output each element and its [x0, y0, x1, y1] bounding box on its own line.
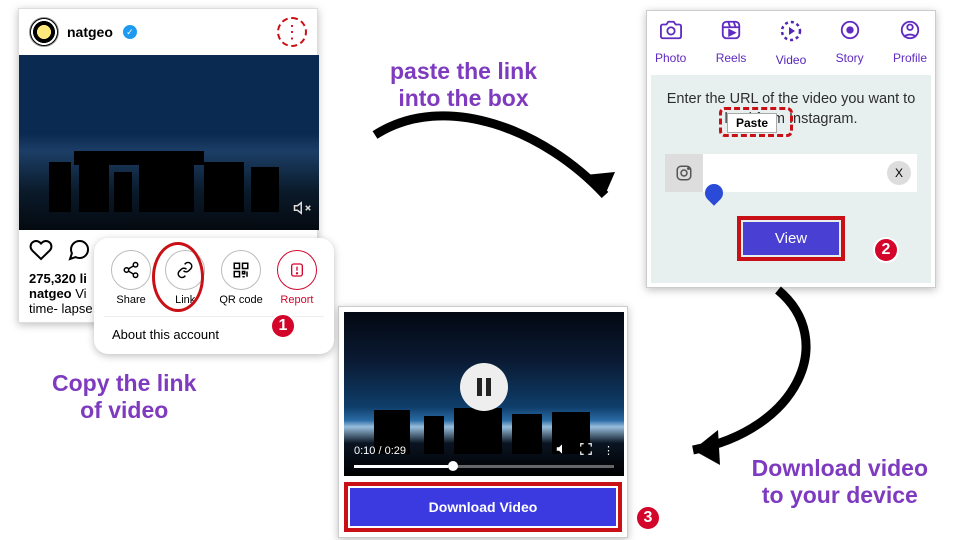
video-time: 0:10 / 0:29	[354, 445, 406, 457]
tab-profile[interactable]: Profile	[893, 19, 927, 67]
tab-story[interactable]: Story	[836, 19, 864, 67]
paste-tooltip[interactable]: Paste	[727, 113, 777, 133]
instagram-icon	[665, 154, 703, 192]
arrow-1to2	[355, 100, 635, 230]
story-icon	[839, 19, 861, 47]
download-button-highlight: Download Video	[344, 482, 622, 532]
more-options-button[interactable]: ⋮	[277, 17, 307, 47]
report-label: Report	[280, 294, 313, 306]
share-sheet: 1 Share Link QR code Report About this a…	[94, 238, 334, 354]
step1-instagram-post: natgeo ✓ ⋮ 275,320 li natgeo Vi time- la…	[18, 8, 318, 323]
fullscreen-icon[interactable]	[579, 442, 593, 459]
link-option-highlight	[152, 242, 204, 312]
like-icon[interactable]	[29, 238, 53, 267]
volume-icon[interactable]	[555, 442, 569, 459]
view-button-highlight: View	[737, 216, 845, 261]
username[interactable]: natgeo	[67, 24, 113, 40]
qr-option[interactable]: QR code	[219, 250, 262, 306]
step-badge-1: 1	[270, 313, 296, 339]
post-header: natgeo ✓ ⋮	[19, 9, 317, 55]
category-tabs: Photo Reels Video Story Profile	[651, 15, 931, 75]
progress-bar[interactable]	[354, 465, 614, 468]
reels-icon	[720, 19, 742, 47]
more-icon[interactable]: ⋮	[603, 444, 614, 457]
qr-label: QR code	[219, 294, 262, 306]
step-badge-3: 3	[635, 505, 661, 531]
report-option[interactable]: Report	[277, 250, 317, 306]
url-input[interactable]	[703, 154, 887, 192]
arrow-2to3	[648, 280, 848, 480]
video-controls: 0:10 / 0:29 ⋮	[344, 438, 624, 476]
comment-icon[interactable]	[67, 238, 91, 267]
post-image[interactable]	[19, 55, 319, 230]
pause-button[interactable]	[460, 363, 508, 411]
tab-photo[interactable]: Photo	[655, 19, 686, 67]
camera-icon	[660, 19, 682, 47]
downloader-body: Enter the URL of the video you want tolo…	[651, 75, 931, 283]
avatar[interactable]	[29, 17, 59, 47]
tab-video[interactable]: Video	[776, 19, 806, 67]
mute-icon[interactable]	[293, 199, 311, 222]
download-video-button[interactable]: Download Video	[350, 488, 616, 526]
caption-step1: Copy the link of video	[52, 370, 196, 424]
step3-download: 0:10 / 0:29 ⋮ Download Video 3	[338, 306, 628, 538]
url-input-row: X	[665, 154, 917, 192]
like-count: 275,320 li	[29, 271, 87, 286]
verified-badge-icon: ✓	[123, 25, 137, 39]
view-button[interactable]: View	[743, 222, 839, 255]
about-label: About this account	[112, 327, 219, 342]
video-player[interactable]: 0:10 / 0:29 ⋮	[344, 312, 624, 476]
clear-input-button[interactable]: X	[887, 161, 911, 185]
step2-downloader: Photo Reels Video Story Profile Enter th…	[646, 10, 936, 288]
share-option[interactable]: Share	[111, 250, 151, 306]
profile-icon	[899, 19, 921, 47]
video-icon	[779, 19, 803, 49]
step-badge-2: 2	[873, 237, 899, 263]
share-label: Share	[116, 294, 145, 306]
dots-icon: ⋮	[283, 22, 301, 43]
tab-reels[interactable]: Reels	[716, 19, 747, 67]
